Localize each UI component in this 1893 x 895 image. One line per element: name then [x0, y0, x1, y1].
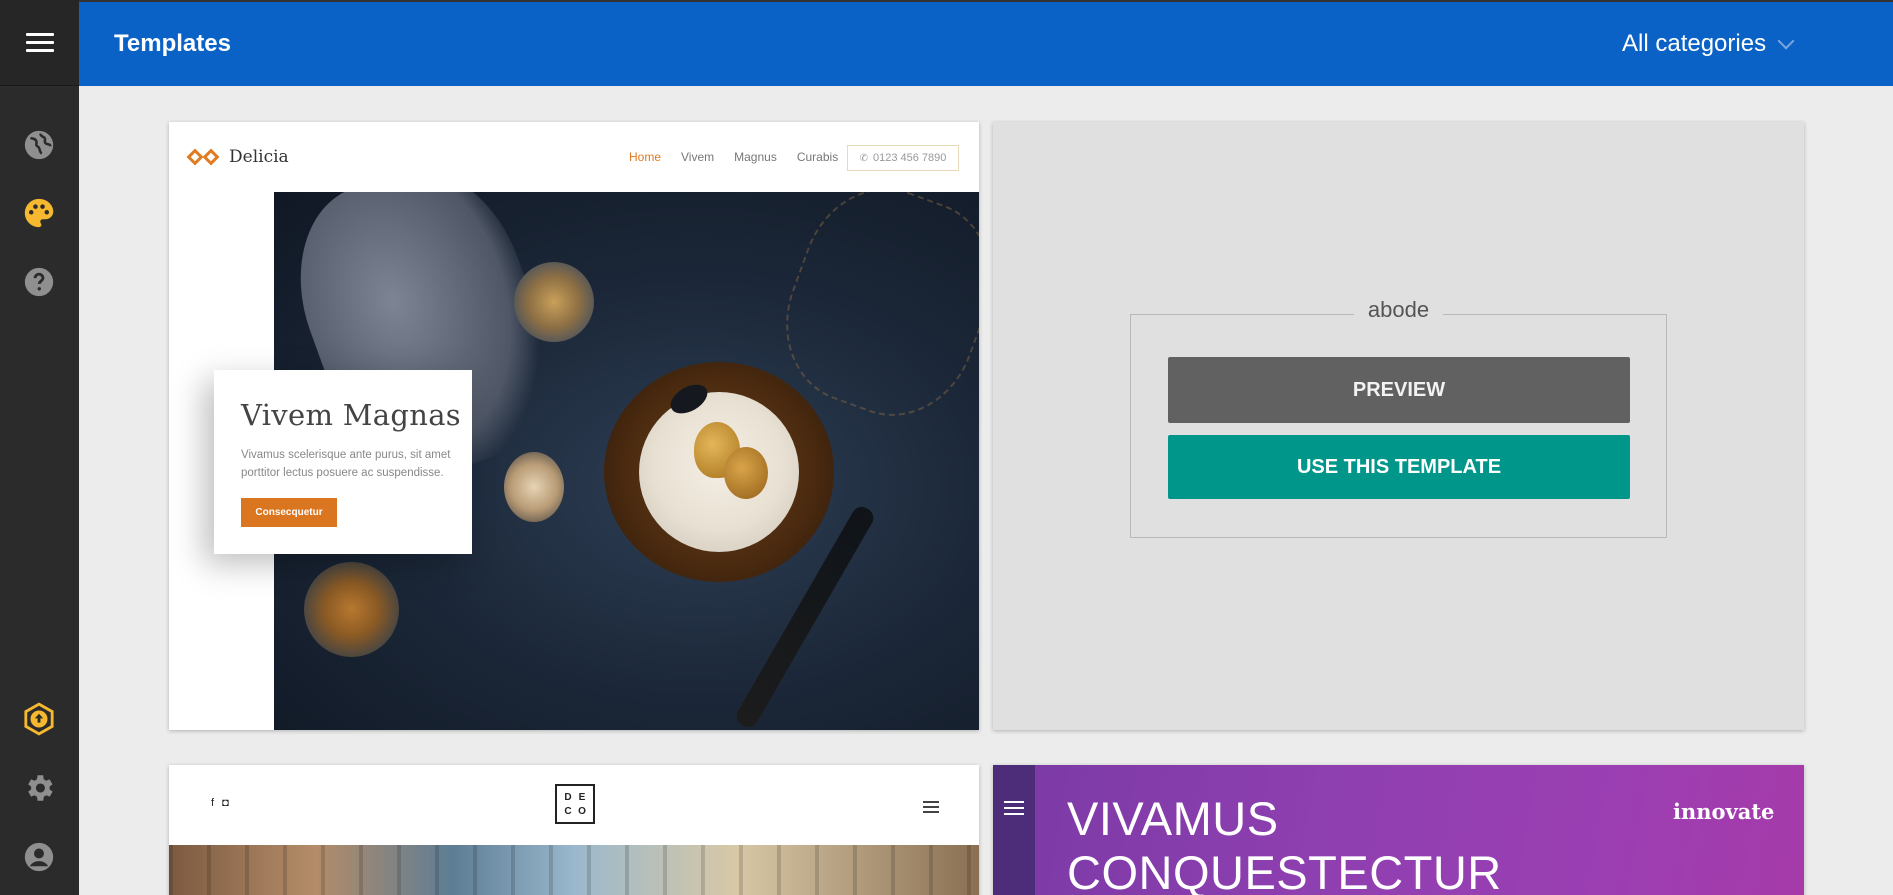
use-template-button[interactable]: USE THIS TEMPLATE — [1168, 435, 1630, 499]
title-line: VIVAMUS — [1067, 792, 1279, 845]
category-dropdown-label: All categories — [1622, 30, 1767, 57]
template-card-deco[interactable]: f ◘ D E C O — [169, 765, 979, 895]
template-hero-box: Vivem Magnas Vivamus scelerisque ante pu… — [214, 370, 472, 554]
nav-link: Home — [629, 150, 662, 164]
upload-icon[interactable] — [22, 702, 56, 736]
logo-letter: D — [564, 791, 572, 803]
logo-letter: E — [578, 791, 586, 803]
template-logo: Delicia — [186, 147, 289, 167]
help-icon[interactable] — [22, 265, 56, 299]
nav-link: Vivem — [681, 150, 715, 164]
nav-link: Curabis — [796, 150, 839, 164]
category-dropdown[interactable]: All categories — [1622, 30, 1795, 58]
template-nav: f ◘ D E C O — [169, 765, 979, 845]
instagram-icon: ◘ — [222, 797, 229, 809]
template-hero-title: VIVAMUS CONQUESTECTUR — [1067, 792, 1502, 895]
nav-link: Magnus — [734, 150, 777, 164]
hamburger-icon — [1004, 797, 1024, 819]
logo-letter: O — [578, 805, 586, 817]
palette-icon[interactable] — [22, 196, 56, 230]
hamburger-icon — [923, 798, 939, 816]
template-hero-title: Vivem Magnas — [241, 398, 461, 432]
social-links: f ◘ — [211, 797, 237, 809]
template-actions: abode PREVIEW USE THIS TEMPLATE — [1130, 297, 1667, 538]
template-card-abode[interactable]: abode PREVIEW USE THIS TEMPLATE — [993, 122, 1804, 730]
template-card-delicia[interactable]: Delicia Home Vivem Magnus Curabis ✆ 0123… — [169, 122, 979, 730]
template-brand: Delicia — [229, 147, 289, 167]
sidebar — [0, 0, 79, 895]
phone-number: 0123 456 7890 — [872, 152, 947, 164]
template-side-nav — [993, 765, 1035, 895]
template-name: abode — [1353, 297, 1444, 322]
template-brand: innovate — [1673, 799, 1775, 824]
template-phone: ✆ 0123 456 7890 — [847, 145, 959, 171]
preview-button[interactable]: PREVIEW — [1168, 357, 1630, 423]
template-hero-button: Consecquetur — [241, 498, 337, 527]
gear-icon[interactable] — [22, 771, 56, 805]
globe-icon[interactable] — [22, 128, 56, 162]
logo-mark-icon — [186, 148, 221, 166]
template-card-innovate[interactable]: VIVAMUS CONQUESTECTUR innovate — [993, 765, 1804, 895]
phone-icon: ✆ — [859, 152, 868, 164]
page-title: Templates — [114, 30, 231, 57]
hamburger-icon — [25, 28, 54, 57]
template-nav: Delicia Home Vivem Magnus Curabis ✆ 0123… — [169, 122, 979, 192]
template-logo: D E C O — [555, 784, 595, 824]
template-nav-links: Home Vivem Magnus Curabis — [629, 150, 858, 164]
template-hero-image — [169, 845, 979, 895]
title-line: CONQUESTECTUR — [1067, 846, 1502, 895]
top-bar: Templates All categories — [79, 0, 1893, 86]
chevron-down-icon — [1777, 32, 1795, 50]
logo-letter: C — [564, 805, 572, 817]
account-icon[interactable] — [22, 840, 56, 874]
facebook-icon: f — [211, 797, 215, 809]
template-hero-text: Vivamus scelerisque ante purus, sit amet… — [241, 449, 451, 479]
menu-button[interactable] — [0, 0, 79, 86]
